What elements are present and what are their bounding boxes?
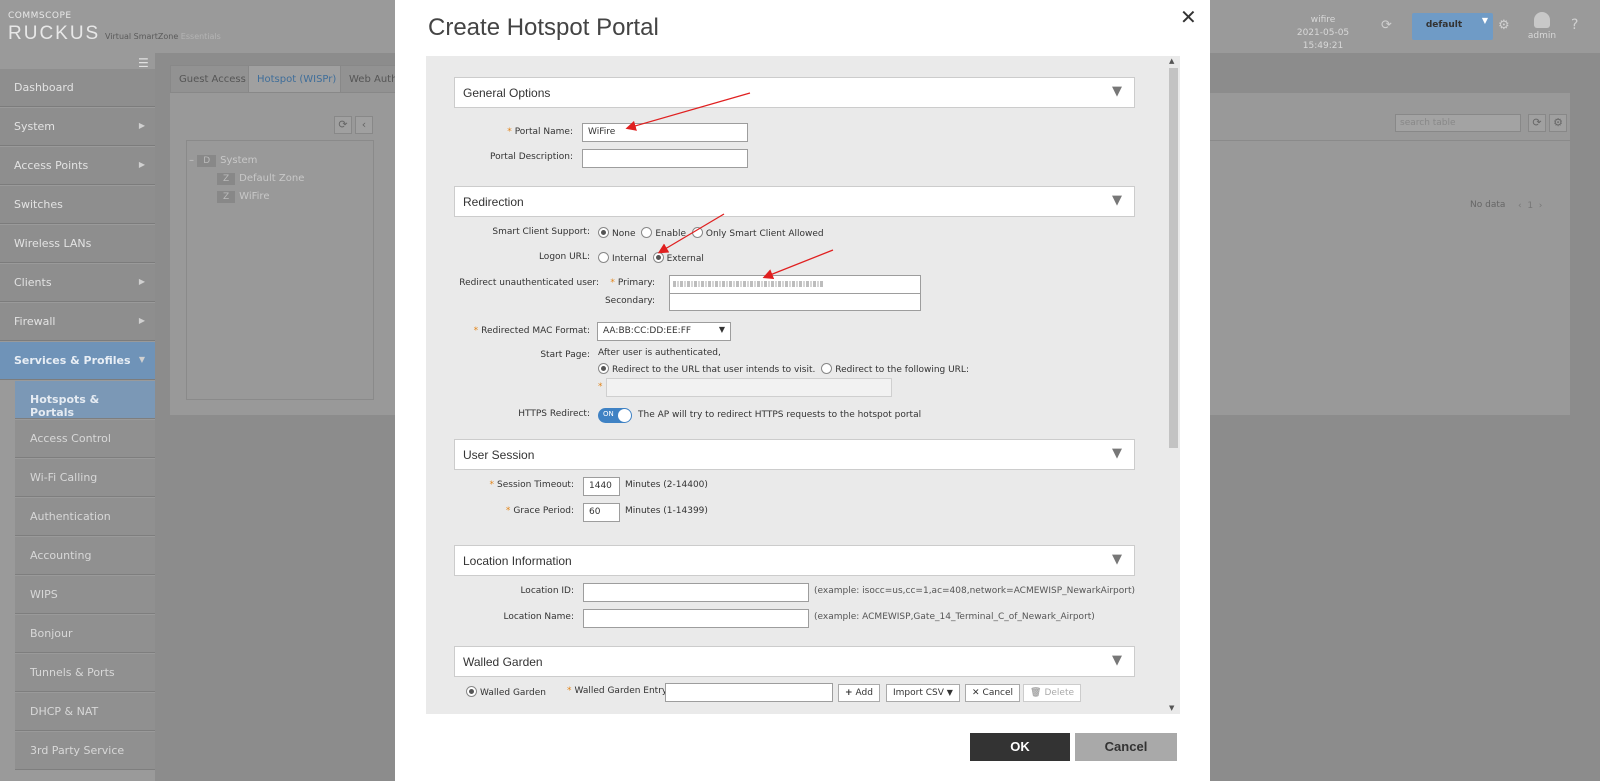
annotation-arrows (625, 92, 834, 279)
arrow-primary-url (762, 249, 834, 279)
arrow-portal-name (625, 92, 751, 131)
arrow-logon-external (657, 213, 725, 254)
